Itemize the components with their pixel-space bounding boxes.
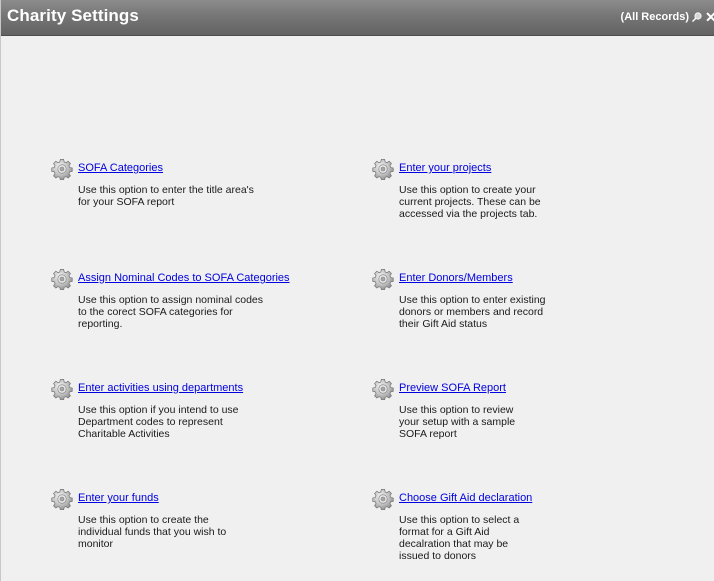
enter-funds-description: Use this option to create the individual… <box>78 514 227 550</box>
title-bar: Charity Settings (All Records) ✕ <box>1 0 714 36</box>
enter-activities-description: Use this option if you intend to use Dep… <box>78 404 239 440</box>
gear-icon <box>51 158 73 180</box>
charity-settings-window: Charity Settings (All Records) ✕ SOFA Ca… <box>0 0 714 581</box>
title-bar-icons: ✕ <box>691 9 714 27</box>
gear-icon <box>372 158 394 180</box>
records-filter-label[interactable]: (All Records) <box>621 11 689 23</box>
sofa-categories-link[interactable]: SOFA Categories <box>78 162 163 174</box>
pin-icon[interactable] <box>691 11 703 23</box>
assign-nominal-codes-link[interactable]: Assign Nominal Codes to SOFA Categories <box>78 272 290 284</box>
gear-icon <box>51 488 73 510</box>
gear-icon <box>372 488 394 510</box>
gift-aid-declaration-description: Use this option to select a format for a… <box>399 514 520 562</box>
window-title: Charity Settings <box>7 6 139 25</box>
assign-nominal-codes-description: Use this option to assign nominal codes … <box>78 294 264 330</box>
gear-icon <box>51 268 73 290</box>
preview-sofa-report-link[interactable]: Preview SOFA Report <box>399 382 506 394</box>
gear-icon <box>372 268 394 290</box>
sofa-categories-description: Use this option to enter the title area'… <box>78 184 254 208</box>
gear-icon <box>51 378 73 400</box>
preview-sofa-report-description: Use this option to review your setup wit… <box>399 404 516 440</box>
gear-icon <box>372 378 394 400</box>
enter-projects-link[interactable]: Enter your projects <box>399 162 491 174</box>
enter-donors-link[interactable]: Enter Donors/Members <box>399 272 513 284</box>
enter-projects-description: Use this option to create your current p… <box>399 184 541 220</box>
enter-donors-description: Use this option to enter existing donors… <box>399 294 546 330</box>
enter-funds-link[interactable]: Enter your funds <box>78 492 159 504</box>
enter-activities-link[interactable]: Enter activities using departments <box>78 382 243 394</box>
gift-aid-declaration-link[interactable]: Choose Gift Aid declaration <box>399 492 532 504</box>
close-icon[interactable]: ✕ <box>705 9 714 25</box>
